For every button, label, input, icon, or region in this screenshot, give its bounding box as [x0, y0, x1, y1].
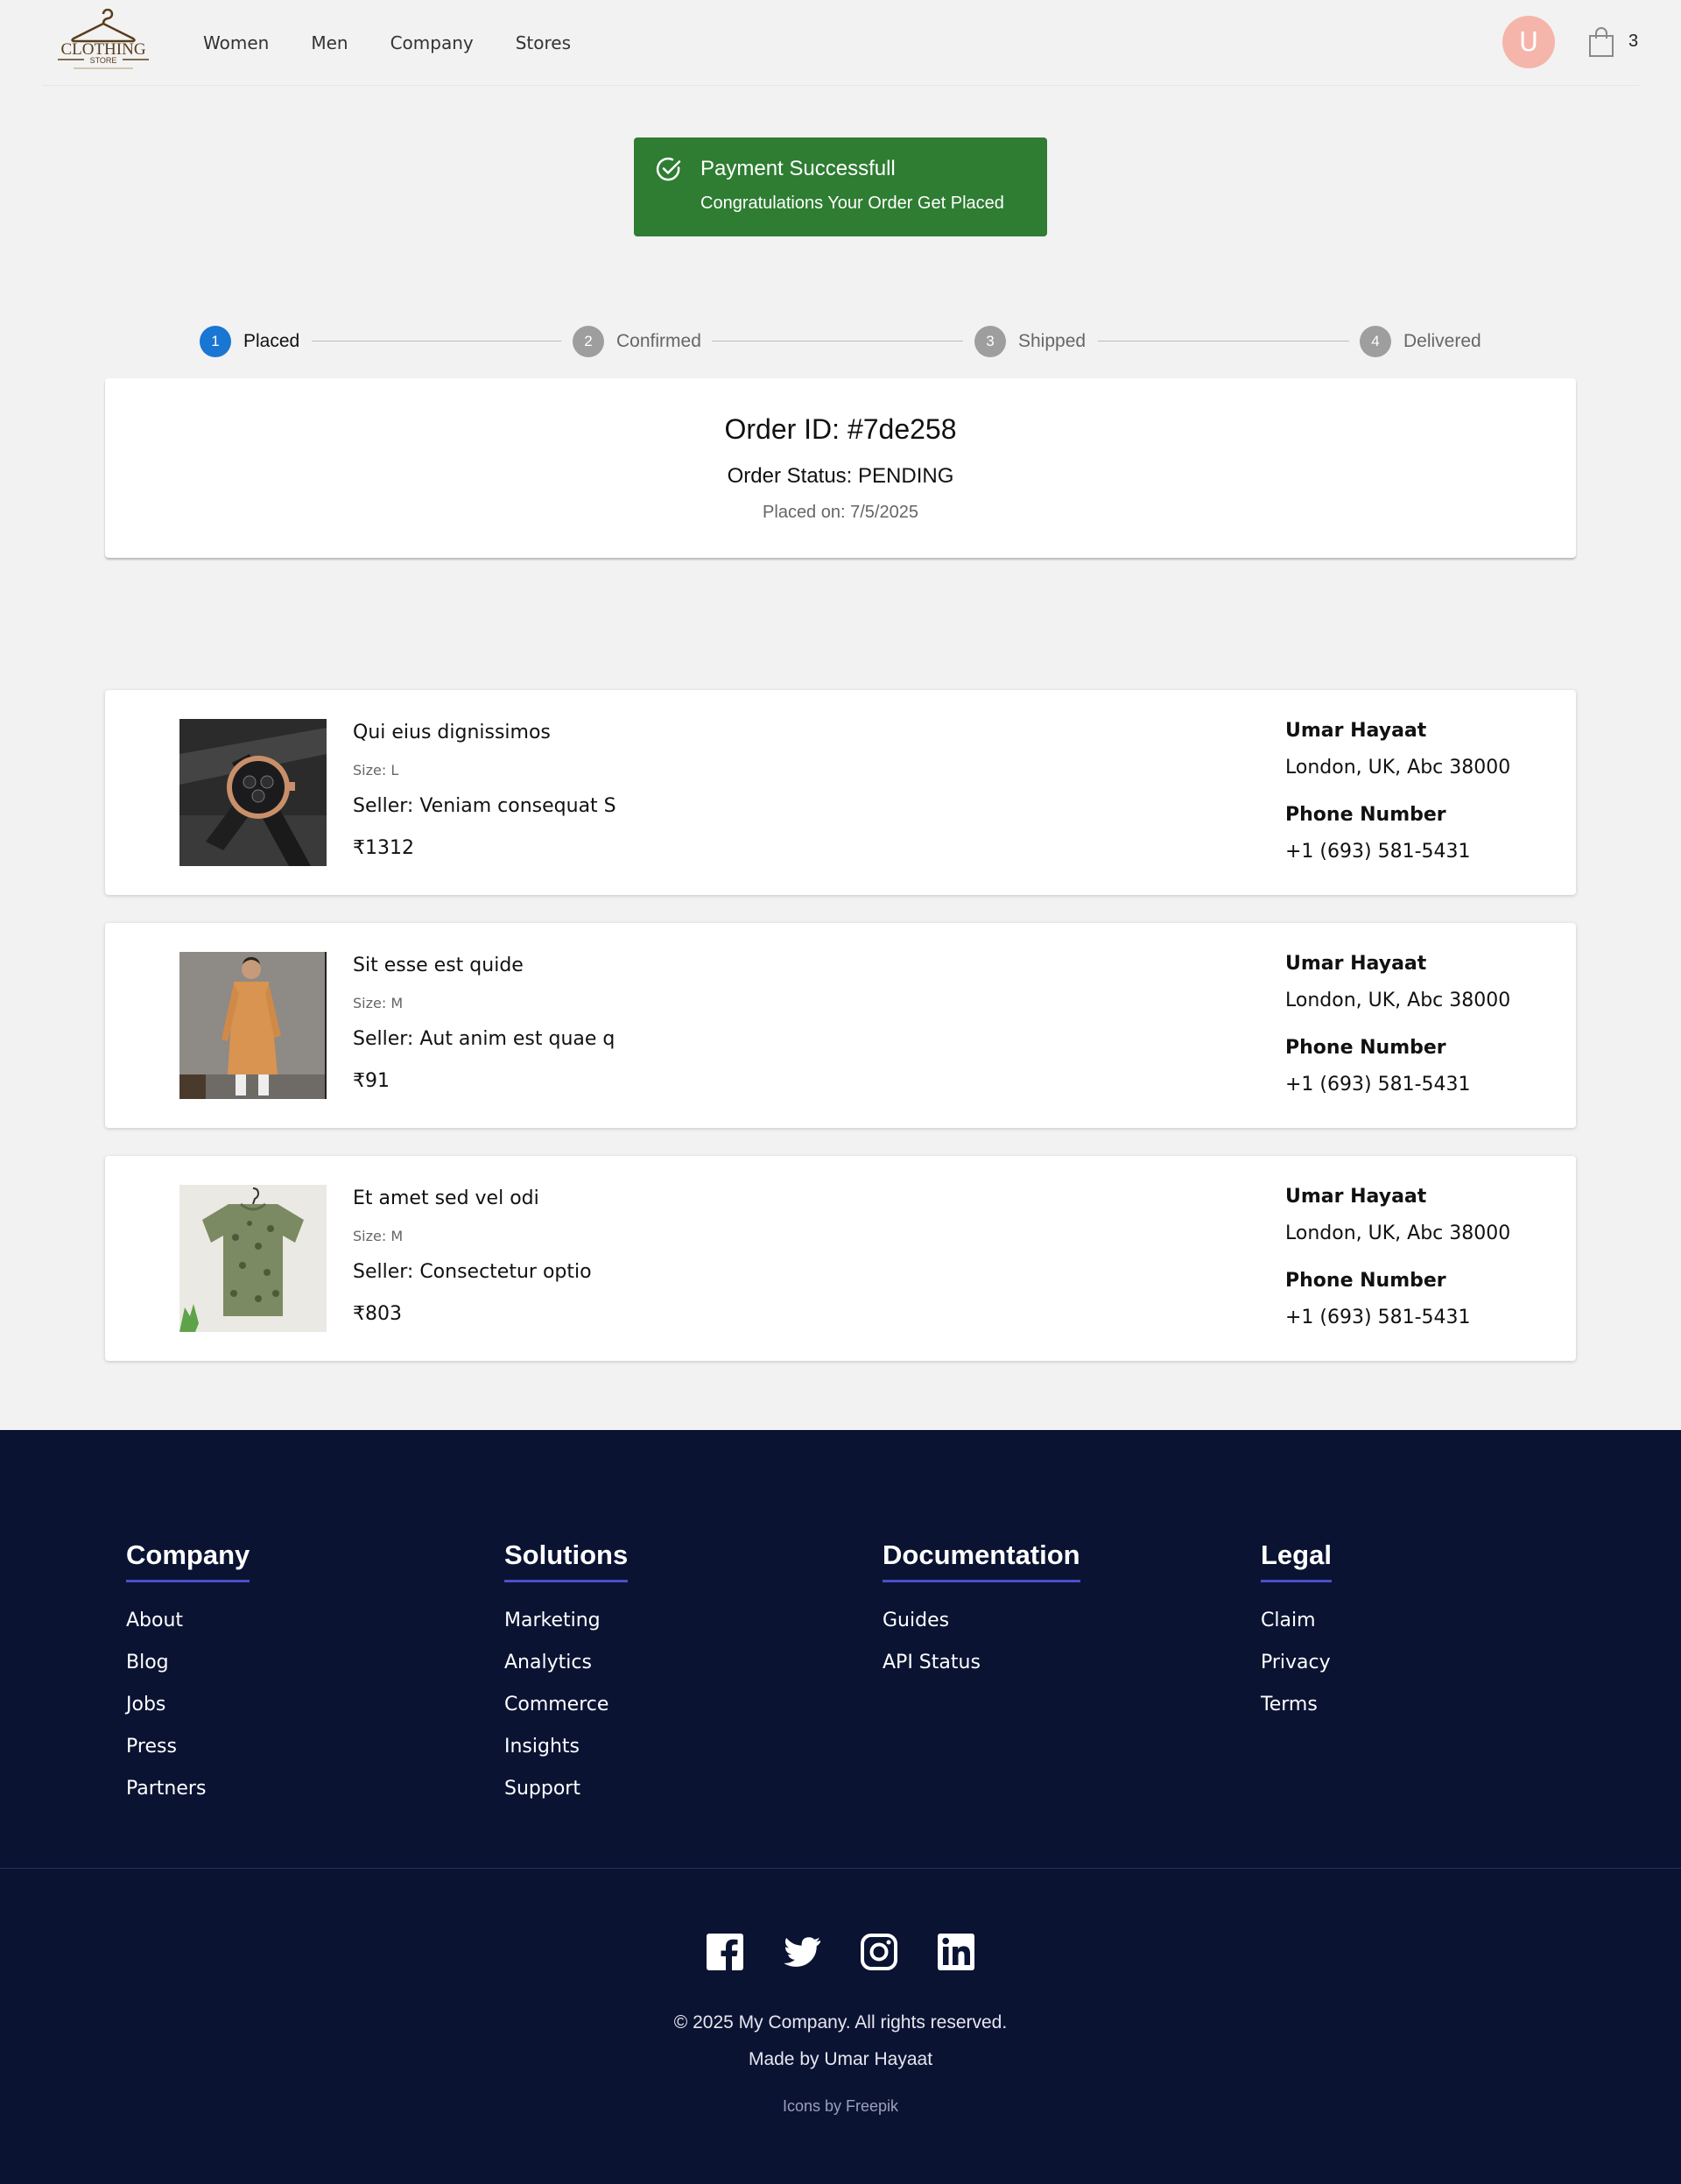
product-price: ₹91: [353, 1070, 390, 1092]
footer-link-partners[interactable]: Partners: [126, 1768, 250, 1810]
shipping-address: London, UK, Abc 38000: [1285, 1222, 1511, 1244]
product-image-tshirt[interactable]: [179, 1185, 327, 1332]
twitter-icon[interactable]: [783, 1933, 821, 1971]
footer-column-documentation: Documentation Guides API Status: [883, 1539, 1080, 1684]
step-number: 4: [1360, 326, 1391, 357]
product-seller: Seller: Aut anim est quae q: [353, 1028, 615, 1050]
phone-number: +1 (693) 581-5431: [1285, 841, 1471, 863]
order-status: Order Status: PENDING: [727, 464, 954, 488]
made-by-text: Made by Umar Hayaat: [748, 2049, 933, 2069]
product-size: Size: L: [353, 762, 399, 778]
order-placed-date: Placed on: 7/5/2025: [763, 503, 918, 522]
product-seller: Seller: Veniam consequat S: [353, 795, 616, 817]
step-delivered: 4 Delivered: [1360, 324, 1481, 359]
footer-link-marketing[interactable]: Marketing: [504, 1600, 628, 1642]
instagram-icon[interactable]: [860, 1933, 898, 1971]
footer-column-company: Company About Blog Jobs Press Partners: [126, 1539, 250, 1810]
step-connector: [312, 341, 561, 342]
step-shipped: 3 Shipped: [974, 324, 1086, 359]
step-label: Placed: [243, 331, 300, 351]
order-id: Order ID: #7de258: [724, 413, 957, 445]
footer-link-api-status[interactable]: API Status: [883, 1642, 1080, 1684]
step-label: Shipped: [1018, 331, 1087, 351]
copyright-text: © 2025 My Company. All rights reserved.: [673, 2012, 1008, 2033]
step-number: 1: [200, 326, 231, 357]
phone-label: Phone Number: [1285, 1270, 1446, 1292]
footer-link-terms[interactable]: Terms: [1261, 1684, 1332, 1726]
product-size: Size: M: [353, 995, 404, 1011]
shipping-address: London, UK, Abc 38000: [1285, 757, 1511, 778]
social-links: [0, 1933, 1681, 1971]
main-nav: Women Men Company Stores: [203, 0, 571, 86]
step-connector: [1098, 341, 1349, 342]
step-number: 2: [573, 326, 604, 357]
shipping-name: Umar Hayaat: [1285, 1186, 1427, 1208]
shipping-name: Umar Hayaat: [1285, 953, 1427, 975]
footer-link-privacy[interactable]: Privacy: [1261, 1642, 1332, 1684]
site-footer: Company About Blog Jobs Press Partners S…: [0, 1430, 1681, 2184]
clothing-store-logo[interactable]: CLOTHING STORE: [54, 9, 152, 75]
nav-women[interactable]: Women: [203, 32, 269, 53]
payment-success-alert: Payment Successfull Congratulations Your…: [634, 137, 1047, 236]
shopping-bag-icon[interactable]: [1586, 26, 1616, 58]
step-placed: 1 Placed: [200, 324, 299, 359]
product-name[interactable]: Sit esse est quide: [353, 955, 524, 976]
footer-link-guides[interactable]: Guides: [883, 1600, 1080, 1642]
footer-link-jobs[interactable]: Jobs: [126, 1684, 250, 1726]
user-avatar[interactable]: U: [1502, 16, 1555, 68]
footer-heading: Legal: [1261, 1539, 1332, 1582]
footer-divider: [0, 1868, 1681, 1869]
check-circle-icon: [656, 157, 681, 181]
nav-stores[interactable]: Stores: [516, 32, 571, 53]
order-item-card: Et amet sed vel odi Size: M Seller: Cons…: [105, 1156, 1576, 1361]
facebook-icon[interactable]: [706, 1933, 744, 1971]
nav-company[interactable]: Company: [390, 32, 474, 53]
step-label: Confirmed: [616, 331, 701, 351]
shipping-name: Umar Hayaat: [1285, 720, 1427, 742]
footer-column-solutions: Solutions Marketing Analytics Commerce I…: [504, 1539, 629, 1810]
svg-text:STORE: STORE: [90, 56, 117, 65]
alert-message: Congratulations Your Order Get Placed: [700, 194, 1004, 213]
order-progress-stepper: 1 Placed 2 Confirmed 3 Shipped 4 Deliver…: [0, 324, 1681, 359]
order-item-card: Qui eius dignissimos Size: L Seller: Ven…: [105, 690, 1576, 895]
footer-link-blog[interactable]: Blog: [126, 1642, 250, 1684]
order-summary-card: Order ID: #7de258 Order Status: PENDING …: [105, 378, 1576, 558]
phone-label: Phone Number: [1285, 804, 1446, 826]
step-connector: [712, 341, 963, 342]
nav-men[interactable]: Men: [311, 32, 348, 53]
shipping-address: London, UK, Abc 38000: [1285, 990, 1511, 1011]
footer-heading: Company: [126, 1539, 250, 1582]
footer-column-legal: Legal Claim Privacy Terms: [1261, 1539, 1332, 1726]
step-label: Delivered: [1403, 331, 1481, 351]
footer-heading: Solutions: [504, 1539, 629, 1582]
phone-number: +1 (693) 581-5431: [1285, 1074, 1471, 1096]
footer-link-press[interactable]: Press: [126, 1726, 250, 1768]
product-size: Size: M: [353, 1228, 404, 1244]
alert-title: Payment Successfull: [700, 157, 896, 180]
step-confirmed: 2 Confirmed: [573, 324, 701, 359]
linkedin-icon[interactable]: [937, 1933, 975, 1971]
footer-link-insights[interactable]: Insights: [504, 1726, 628, 1768]
footer-link-about[interactable]: About: [126, 1600, 250, 1642]
product-image-watch[interactable]: [179, 719, 327, 866]
product-name[interactable]: Et amet sed vel odi: [353, 1187, 539, 1209]
product-price: ₹803: [353, 1303, 402, 1325]
product-name[interactable]: Qui eius dignissimos: [353, 722, 551, 743]
header-divider: [42, 85, 1639, 86]
cart-count: 3: [1628, 32, 1639, 51]
footer-heading: Documentation: [883, 1539, 1080, 1582]
top-navbar: CLOTHING STORE Women Men Company Stores …: [0, 0, 1681, 86]
product-image-kurta[interactable]: [179, 952, 327, 1099]
product-price: ₹1312: [353, 837, 414, 859]
footer-link-support[interactable]: Support: [504, 1768, 628, 1810]
icons-attribution-link[interactable]: Icons by Freepik: [0, 2097, 1681, 2116]
footer-link-analytics[interactable]: Analytics: [504, 1642, 628, 1684]
product-seller: Seller: Consectetur optio: [353, 1261, 592, 1283]
phone-label: Phone Number: [1285, 1037, 1446, 1059]
footer-link-claim[interactable]: Claim: [1261, 1600, 1332, 1642]
step-number: 3: [974, 326, 1006, 357]
phone-number: +1 (693) 581-5431: [1285, 1307, 1471, 1328]
order-item-card: Sit esse est quide Size: M Seller: Aut a…: [105, 923, 1576, 1128]
footer-link-commerce[interactable]: Commerce: [504, 1684, 628, 1726]
